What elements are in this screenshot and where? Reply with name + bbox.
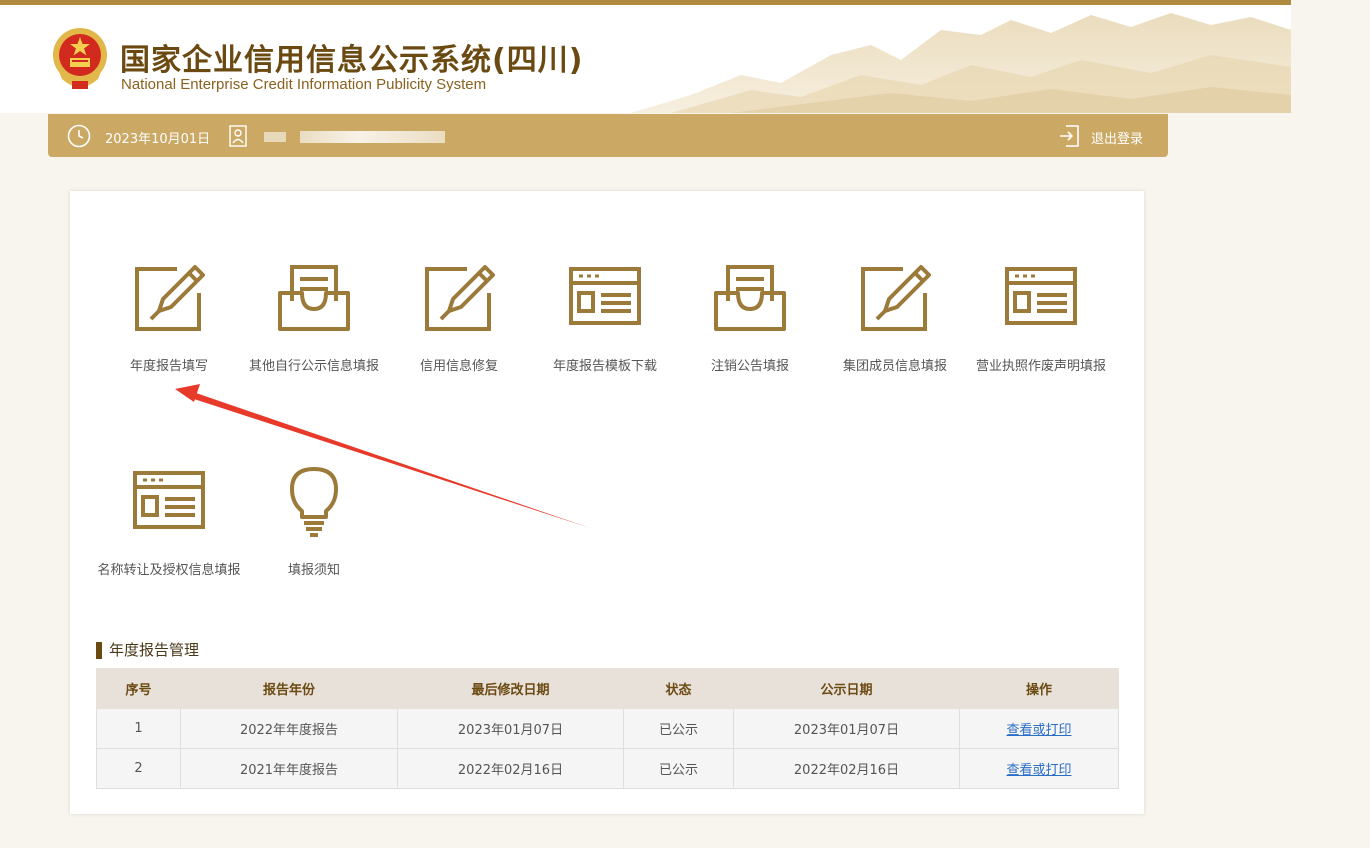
view-print-link[interactable]: 查看或打印 bbox=[1006, 763, 1071, 778]
lightbulb-icon bbox=[290, 467, 338, 537]
tile-label: 其他自行公示信息填报 bbox=[248, 359, 379, 374]
column-header: 操作 bbox=[959, 668, 1119, 709]
form-template-icon bbox=[133, 471, 205, 529]
logout-icon[interactable] bbox=[1058, 124, 1080, 148]
cell-no: 2 bbox=[96, 748, 181, 789]
tile-group-member-info[interactable]: 集团成员信息填报 bbox=[820, 263, 970, 376]
site-title: 国家企业信用信息公示系统(四川) bbox=[120, 43, 584, 78]
cell-modified-date: 2023年01月07日 bbox=[397, 708, 624, 749]
tile-annual-report-fill[interactable]: 年度报告填写 bbox=[94, 263, 244, 376]
mountain-landscape-decoration bbox=[631, 13, 1291, 113]
site-header: 国家企业信用信息公示系统(四川) National Enterprise Cre… bbox=[0, 0, 1291, 113]
cell-status: 已公示 bbox=[623, 708, 734, 749]
table-row: 2 2021年年度报告 2022年02月16日 已公示 2022年02月16日 … bbox=[96, 748, 1119, 789]
edit-pencil-icon bbox=[425, 265, 495, 331]
top-info-bar: 2023年10月01日 退出登录 bbox=[48, 114, 1168, 157]
tile-label: 信用信息修复 bbox=[419, 359, 498, 374]
masked-username-part bbox=[264, 132, 286, 142]
tile-label: 填报须知 bbox=[287, 563, 340, 578]
column-header: 报告年份 bbox=[180, 668, 398, 709]
tile-label: 年度报告模板下载 bbox=[552, 359, 657, 374]
cell-modified-date: 2022年02月16日 bbox=[397, 748, 624, 789]
column-header: 序号 bbox=[96, 668, 181, 709]
edit-pencil-icon bbox=[861, 265, 931, 331]
tile-template-download[interactable]: 年度报告模板下载 bbox=[530, 263, 680, 376]
cell-published-date: 2022年02月16日 bbox=[733, 748, 960, 789]
tile-deregistration-notice[interactable]: 注销公告填报 bbox=[675, 263, 825, 376]
section-title-annual-report-management: 年度报告管理 bbox=[96, 642, 199, 659]
current-date: 2023年10月01日 bbox=[105, 132, 211, 147]
tile-filing-instructions[interactable]: 填报须知 bbox=[239, 467, 389, 580]
tile-label: 集团成员信息填报 bbox=[842, 359, 947, 374]
edit-pencil-icon bbox=[135, 265, 205, 331]
annual-report-table: 序号 报告年份 最后修改日期 状态 公示日期 操作 1 2022年年度报告 20… bbox=[96, 668, 1119, 789]
clock-icon bbox=[67, 124, 91, 148]
cell-action: 查看或打印 bbox=[959, 708, 1119, 749]
site-subtitle-en: National Enterprise Credit Information P… bbox=[121, 76, 487, 93]
form-template-icon bbox=[569, 267, 641, 325]
masked-company-name bbox=[300, 131, 445, 143]
cell-no: 1 bbox=[96, 708, 181, 749]
inbox-tray-icon bbox=[714, 265, 786, 331]
column-header: 最后修改日期 bbox=[397, 668, 624, 709]
column-header: 状态 bbox=[623, 668, 734, 709]
tile-license-void-statement[interactable]: 营业执照作废声明填报 bbox=[966, 263, 1116, 376]
inbox-tray-icon bbox=[278, 265, 350, 331]
logout-link[interactable]: 退出登录 bbox=[1091, 128, 1143, 147]
tile-label: 注销公告填报 bbox=[710, 359, 789, 374]
tile-credit-repair[interactable]: 信用信息修复 bbox=[384, 263, 534, 376]
table-header-row: 序号 报告年份 最后修改日期 状态 公示日期 操作 bbox=[96, 668, 1119, 709]
cell-published-date: 2023年01月07日 bbox=[733, 708, 960, 749]
tile-other-self-publicity[interactable]: 其他自行公示信息填报 bbox=[239, 263, 389, 376]
tile-label: 名称转让及授权信息填报 bbox=[97, 563, 241, 578]
cell-report-year: 2022年年度报告 bbox=[180, 708, 398, 749]
tile-name-transfer-authorization[interactable]: 名称转让及授权信息填报 bbox=[94, 467, 244, 580]
national-emblem-icon bbox=[53, 28, 107, 89]
tile-label: 年度报告填写 bbox=[129, 359, 208, 374]
user-icon bbox=[229, 125, 247, 147]
cell-status: 已公示 bbox=[623, 748, 734, 789]
form-template-icon bbox=[1005, 267, 1077, 325]
tile-label: 营业执照作废声明填报 bbox=[975, 359, 1106, 374]
table-row: 1 2022年年度报告 2023年01月07日 已公示 2023年01月07日 … bbox=[96, 708, 1119, 749]
column-header: 公示日期 bbox=[733, 668, 960, 709]
cell-report-year: 2021年年度报告 bbox=[180, 748, 398, 789]
main-panel: 年度报告填写 其他自行公示信息填报 信用信息修复 年度报告模板下载 注销公告填报… bbox=[70, 191, 1144, 814]
cell-action: 查看或打印 bbox=[959, 748, 1119, 789]
view-print-link[interactable]: 查看或打印 bbox=[1006, 723, 1071, 738]
